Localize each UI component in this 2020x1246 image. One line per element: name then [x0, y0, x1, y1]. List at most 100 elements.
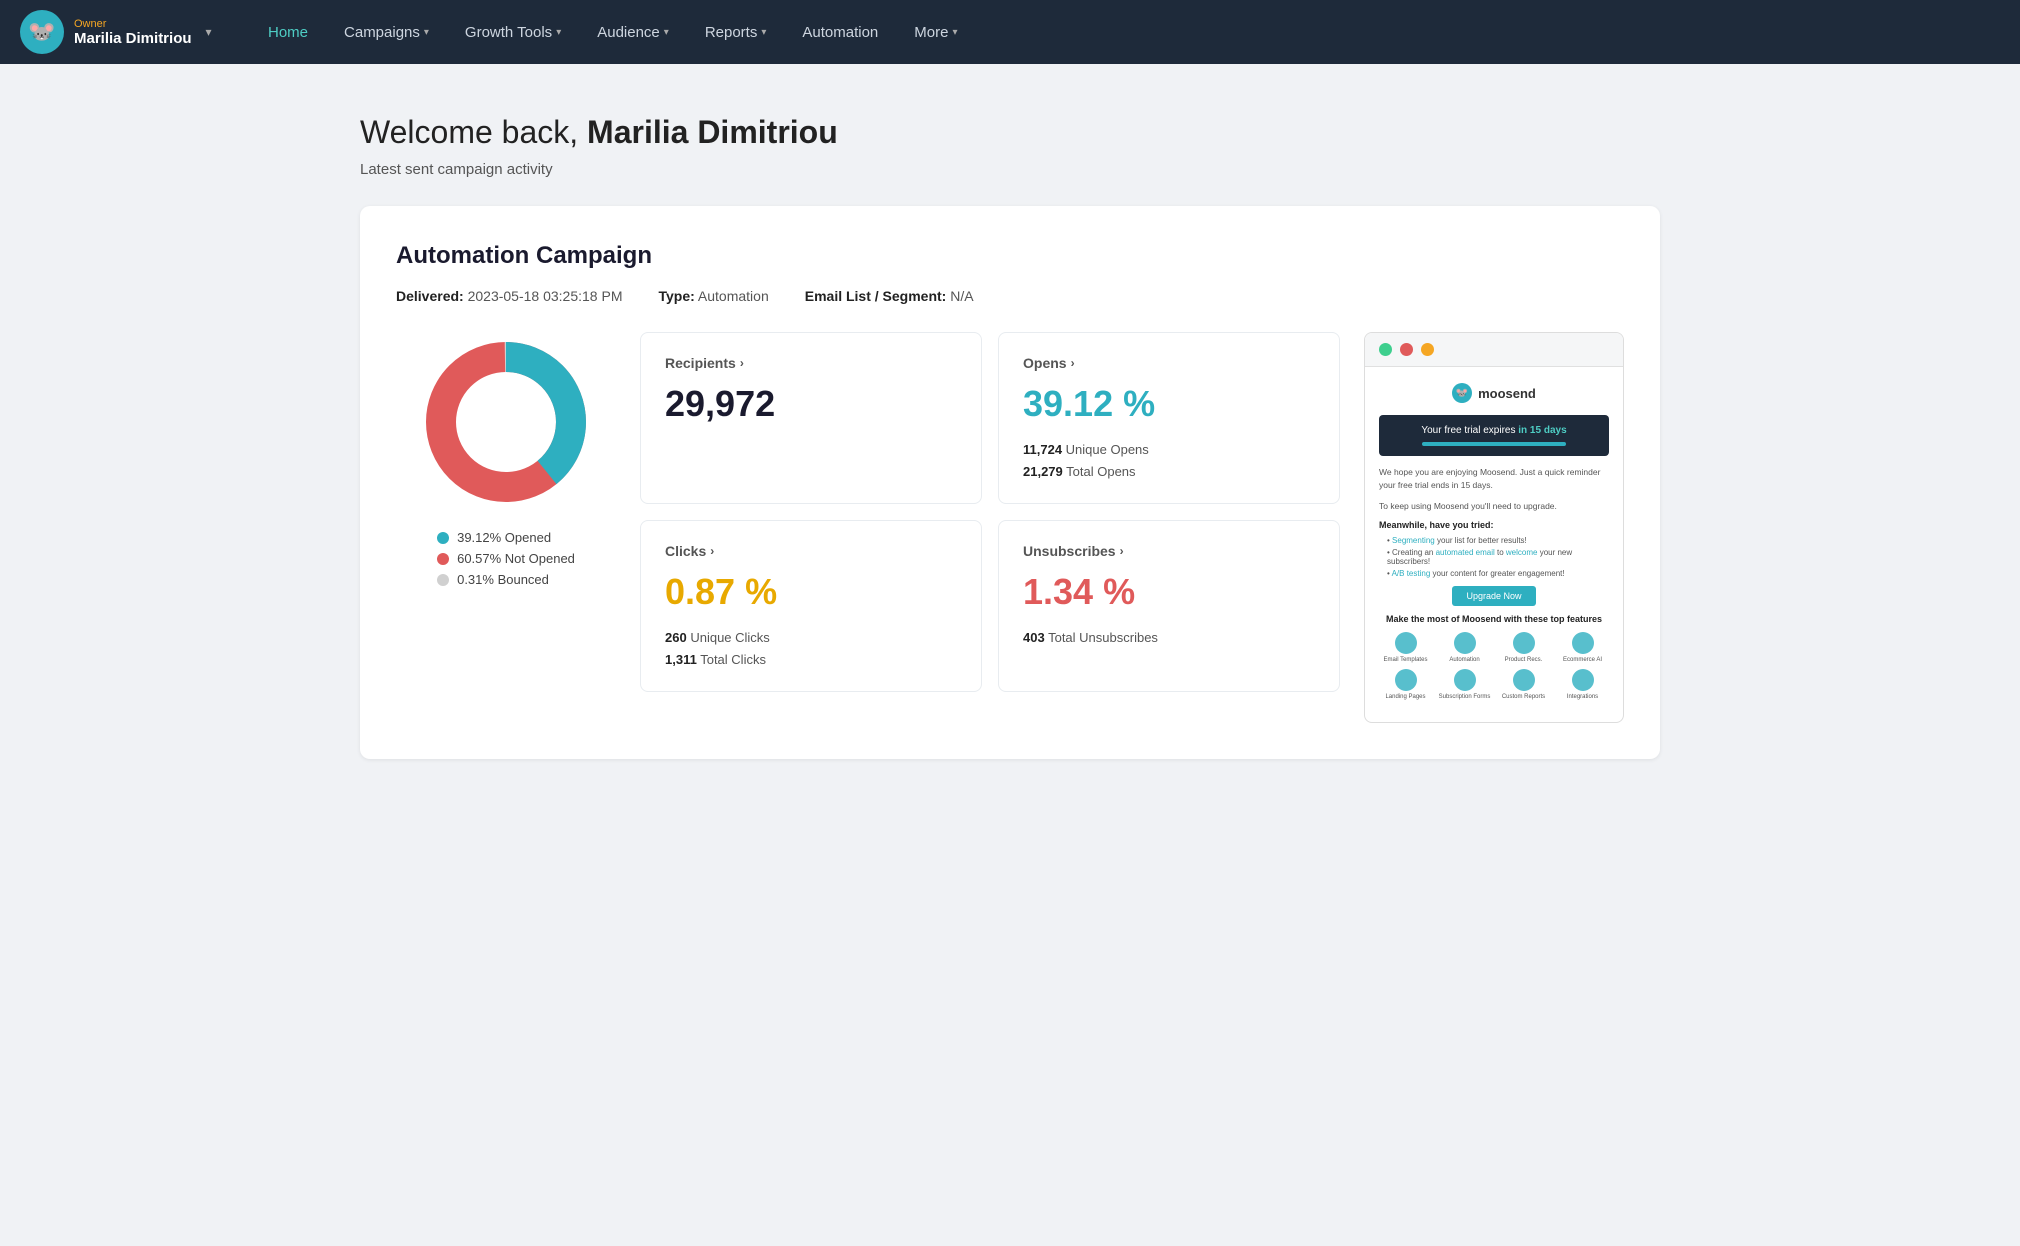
opens-arrow: ›	[1071, 356, 1075, 370]
user-dropdown-arrow[interactable]: ▾	[206, 25, 212, 39]
welcome-text: Welcome back,	[360, 114, 578, 150]
subscription-label: Subscription Forms	[1439, 694, 1491, 700]
integrations-label: Integrations	[1567, 694, 1598, 700]
opens-unique-label: Unique Opens	[1066, 442, 1149, 457]
growth-tools-chevron: ▾	[556, 27, 561, 38]
audience-chevron: ▾	[664, 27, 669, 38]
preview-icon-email-templates: Email Templates	[1379, 632, 1432, 663]
preview-progress-bar	[1422, 442, 1566, 446]
nav-link-reports[interactable]: Reports ▾	[687, 0, 785, 64]
clicks-total-label: Total Clicks	[700, 652, 766, 667]
preview-section-title: Meanwhile, have you tried:	[1379, 520, 1609, 530]
nav-link-growth-tools[interactable]: Growth Tools ▾	[447, 0, 579, 64]
recipients-arrow: ›	[740, 356, 744, 370]
unsubscribes-number: 1.34 %	[1023, 571, 1315, 613]
campaign-meta: Delivered: 2023-05-18 03:25:18 PM Type: …	[396, 288, 1624, 304]
welcome-heading: Welcome back, Marilia Dimitriou	[360, 114, 1660, 151]
subscription-icon	[1454, 669, 1476, 691]
email-preview: 🐭 moosend Your free trial expires in 15 …	[1364, 332, 1624, 723]
preview-body-text-1: We hope you are enjoying Moosend. Just a…	[1379, 466, 1609, 492]
preview-icon-integrations: Integrations	[1556, 669, 1609, 700]
nav-link-campaigns[interactable]: Campaigns ▾	[326, 0, 447, 64]
legend-dot-opened	[437, 532, 449, 544]
preview-bullet-1: • Segmenting your list for better result…	[1379, 536, 1609, 545]
nav-link-audience[interactable]: Audience ▾	[579, 0, 687, 64]
legend-dot-bounced	[437, 574, 449, 586]
automation-label: Automation	[1449, 657, 1479, 663]
legend-label-not-opened: 60.57% Not Opened	[457, 551, 575, 566]
stat-card-opens: Opens › 39.12 % 11,724 Unique Opens 21,2…	[998, 332, 1340, 504]
traffic-dot-yellow	[1421, 343, 1434, 356]
welcome-username: Marilia Dimitriou	[587, 114, 838, 150]
nav-link-more[interactable]: More ▾	[896, 0, 975, 64]
nav-user-info: Owner Marilia Dimitriou	[74, 18, 192, 47]
legend-label-opened: 39.12% Opened	[457, 530, 551, 545]
delivered-meta: Delivered: 2023-05-18 03:25:18 PM	[396, 288, 622, 304]
recommendations-icon	[1513, 632, 1535, 654]
clicks-unique-count: 260	[665, 630, 687, 645]
email-templates-icon	[1395, 632, 1417, 654]
opens-header[interactable]: Opens ›	[1023, 355, 1315, 371]
legend-label-bounced: 0.31% Bounced	[457, 572, 549, 587]
nav-username: Marilia Dimitriou	[74, 30, 192, 47]
clicks-label: Clicks	[665, 543, 706, 559]
preview-logo-row: 🐭 moosend	[1379, 383, 1609, 403]
navbar: 🐭 Owner Marilia Dimitriou ▾ Home Campaig…	[0, 0, 2020, 64]
preview-bullet-3: • A/B testing your content for greater e…	[1379, 569, 1609, 578]
page-subtitle: Latest sent campaign activity	[360, 161, 1660, 178]
recipients-header[interactable]: Recipients ›	[665, 355, 957, 371]
clicks-unique-label: Unique Clicks	[690, 630, 769, 645]
email-list-value: N/A	[950, 288, 973, 304]
custom-reports-label: Custom Reports	[1502, 694, 1545, 700]
preview-banner-text: Your free trial expires	[1421, 425, 1515, 436]
delivered-value: 2023-05-18 03:25:18 PM	[468, 288, 623, 304]
campaign-title: Automation Campaign	[396, 242, 1624, 270]
unsubscribes-total-label: Total Unsubscribes	[1048, 630, 1158, 645]
recommendations-label: Product Recs.	[1505, 657, 1543, 663]
campaign-card: Automation Campaign Delivered: 2023-05-1…	[360, 206, 1660, 759]
preview-icon-recommendations: Product Recs.	[1497, 632, 1550, 663]
preview-features-text: Make the most of Moosend with these top …	[1379, 614, 1609, 624]
email-list-label: Email List / Segment:	[805, 288, 947, 304]
stats-grid: Recipients › 29,972 Opens › 39.12 % 11,7…	[640, 332, 1340, 692]
stat-card-unsubscribes: Unsubscribes › 1.34 % 403 Total Unsubscr…	[998, 520, 1340, 692]
clicks-arrow: ›	[710, 544, 714, 558]
stat-card-recipients: Recipients › 29,972	[640, 332, 982, 504]
type-meta: Type: Automation	[658, 288, 768, 304]
donut-section: 39.12% Opened 60.57% Not Opened 0.31% Bo…	[396, 332, 616, 593]
recipients-number: 29,972	[665, 383, 957, 425]
stat-card-clicks: Clicks › 0.87 % 260 Unique Clicks 1,311 …	[640, 520, 982, 692]
unsubscribes-header[interactable]: Unsubscribes ›	[1023, 543, 1315, 559]
unsubscribes-label: Unsubscribes	[1023, 543, 1116, 559]
clicks-header[interactable]: Clicks ›	[665, 543, 957, 559]
ecommerce-icon	[1572, 632, 1594, 654]
preview-banner: Your free trial expires in 15 days	[1379, 415, 1609, 456]
preview-logo-icon: 🐭	[1452, 383, 1472, 403]
preview-logo-text: moosend	[1478, 386, 1536, 401]
email-preview-body[interactable]: 🐭 moosend Your free trial expires in 15 …	[1365, 367, 1623, 722]
legend-dot-not-opened	[437, 553, 449, 565]
preview-icon-automation: Automation	[1438, 632, 1491, 663]
preview-body-text-2: To keep using Moosend you'll need to upg…	[1379, 500, 1609, 513]
opens-number: 39.12 %	[1023, 383, 1315, 425]
stats-layout: 39.12% Opened 60.57% Not Opened 0.31% Bo…	[396, 332, 1624, 723]
preview-upgrade-btn[interactable]: Upgrade Now	[1452, 586, 1535, 606]
nav-link-automation[interactable]: Automation	[784, 0, 896, 64]
ecommerce-label: Ecommerce AI	[1563, 657, 1602, 663]
email-preview-titlebar	[1365, 333, 1623, 367]
nav-brand: 🐭 Owner Marilia Dimitriou ▾	[20, 10, 220, 54]
preview-banner-highlight: in 15 days	[1518, 425, 1566, 436]
landing-pages-icon	[1395, 669, 1417, 691]
preview-icon-ecommerce: Ecommerce AI	[1556, 632, 1609, 663]
type-label: Type:	[658, 288, 694, 304]
integrations-icon	[1572, 669, 1594, 691]
legend: 39.12% Opened 60.57% Not Opened 0.31% Bo…	[437, 530, 575, 593]
nav-link-home[interactable]: Home	[250, 0, 326, 64]
reports-chevron: ▾	[761, 27, 766, 38]
delivered-label: Delivered:	[396, 288, 464, 304]
email-list-meta: Email List / Segment: N/A	[805, 288, 974, 304]
traffic-dot-green	[1379, 343, 1392, 356]
preview-bullet-2: • Creating an automated email to welcome…	[1379, 548, 1609, 566]
preview-icon-landing-pages: Landing Pages	[1379, 669, 1432, 700]
clicks-total-count: 1,311	[665, 652, 697, 667]
